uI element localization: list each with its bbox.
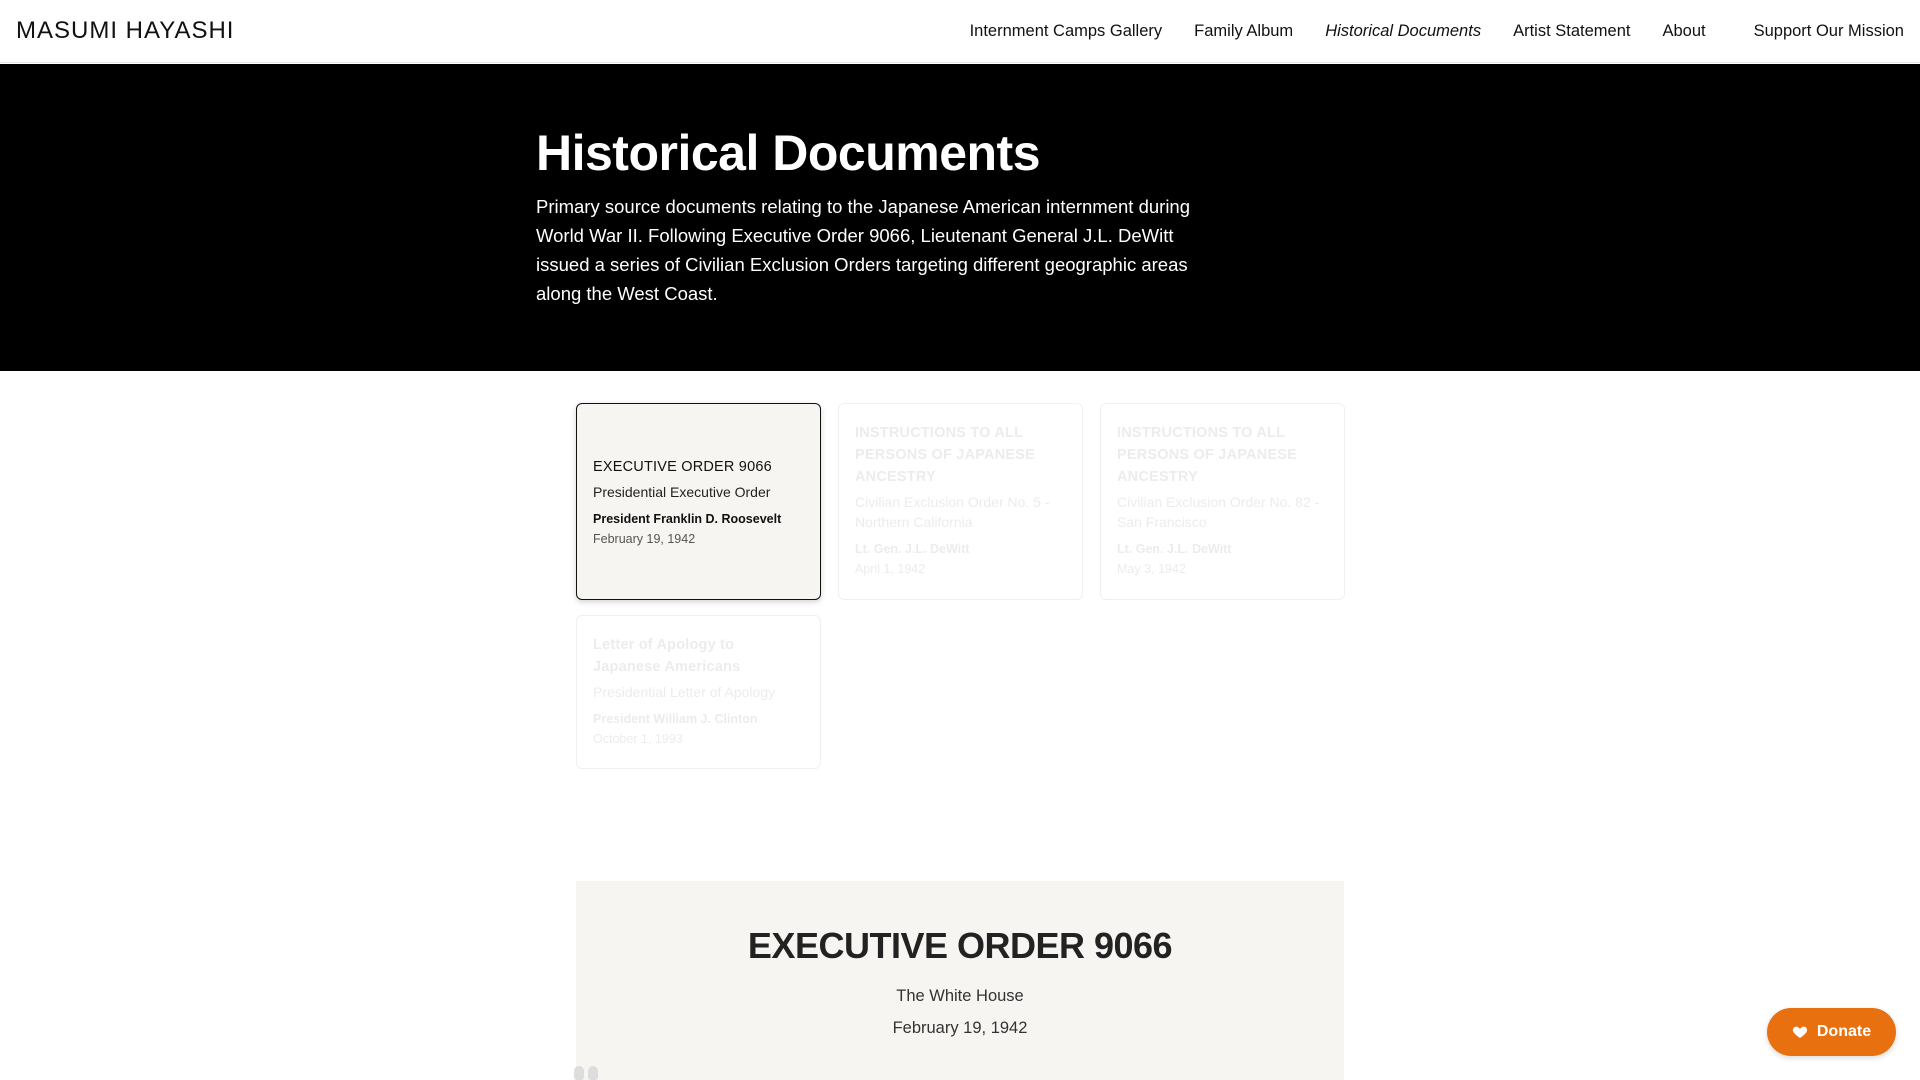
document-viewer-date: February 19, 1942 (892, 1019, 1028, 1037)
document-card-type: Civilian Exclusion Order No. 82 - San Fr… (1117, 494, 1320, 530)
nav-support-our-mission[interactable]: Support Our Mission (1754, 22, 1904, 41)
document-card-type: Civilian Exclusion Order No. 5 - Norther… (855, 494, 1050, 530)
document-card-exclusion-order-5[interactable]: INSTRUCTIONS TO ALL PERSONS OF JAPANESE … (838, 403, 1083, 600)
main-nav: Internment Camps Gallery Family Album Hi… (938, 0, 1904, 63)
document-card-date: February 19, 1942 (593, 532, 696, 546)
document-card-author: Lt. Gen. J.L. DeWitt (1117, 542, 1232, 556)
document-viewer-title: EXECUTIVE ORDER 9066 (747, 925, 1173, 966)
page-title: Historical Documents (536, 125, 1041, 181)
document-card-type: Presidential Executive Order (593, 484, 771, 500)
document-viewer-subtitle: The White House (896, 987, 1024, 1005)
nav-historical-documents[interactable]: Historical Documents (1325, 22, 1481, 41)
nav-artist-statement[interactable]: Artist Statement (1513, 22, 1630, 41)
brand-logo[interactable]: MASUMI HAYASHI (16, 17, 234, 45)
document-card-exclusion-order-82[interactable]: INSTRUCTIONS TO ALL PERSONS OF JAPANESE … (1100, 403, 1345, 600)
document-card-type: Presidential Letter of Apology (593, 684, 776, 700)
document-card-author: Lt. Gen. J.L. DeWitt (855, 542, 970, 556)
nav-family-album[interactable]: Family Album (1194, 22, 1293, 41)
document-card-date: October 1, 1993 (593, 732, 683, 746)
quote-icon (574, 1066, 602, 1080)
hero-banner: Historical Documents Primary source docu… (0, 64, 1920, 371)
page-description: Primary source documents relating to the… (536, 196, 1191, 304)
donate-button[interactable]: Donate (1767, 1008, 1896, 1056)
document-card-title: EXECUTIVE ORDER 9066 (593, 459, 772, 475)
nav-internment-camps-gallery[interactable]: Internment Camps Gallery (970, 22, 1163, 41)
nav-about[interactable]: About (1662, 22, 1705, 41)
document-viewer: EXECUTIVE ORDER 9066 The White House Feb… (576, 881, 1344, 1080)
document-card-letter-of-apology[interactable]: Letter of Apology to Japanese Americans … (576, 615, 821, 769)
heart-icon (1792, 1026, 1807, 1038)
document-card-executive-order-9066[interactable]: EXECUTIVE ORDER 9066 Presidential Execut… (576, 403, 821, 600)
document-card-date: May 3, 1942 (1117, 562, 1186, 576)
document-card-title: INSTRUCTIONS TO ALL PERSONS OF JAPANESE … (1117, 425, 1297, 485)
document-card-date: April 1, 1942 (855, 562, 926, 576)
document-card-title: INSTRUCTIONS TO ALL PERSONS OF JAPANESE … (855, 425, 1035, 485)
document-card-author: President William J. Clinton (593, 712, 758, 726)
donate-label: Donate (1816, 1023, 1872, 1040)
site-header: MASUMI HAYASHI Internment Camps Gallery … (0, 0, 1920, 63)
document-card-author: President Franklin D. Roosevelt (593, 512, 782, 526)
document-card-title: Letter of Apology to Japanese Americans (593, 637, 741, 675)
